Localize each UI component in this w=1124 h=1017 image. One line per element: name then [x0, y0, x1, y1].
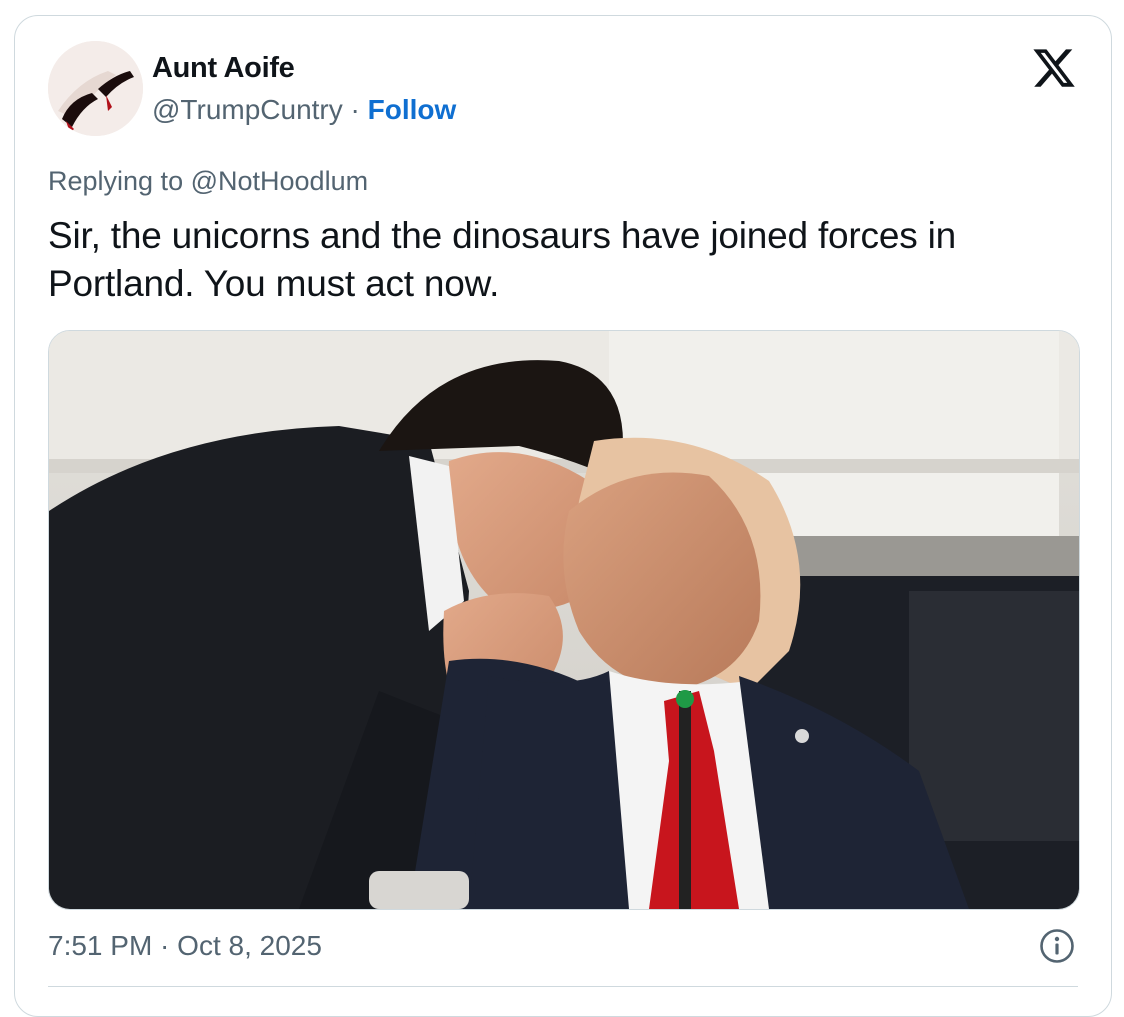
handle-separator: · — [342, 94, 368, 125]
author-display-name[interactable]: Aunt Aoife — [152, 52, 295, 85]
tweet-timestamp[interactable]: 7:51 PM · Oct 8, 2025 — [48, 930, 322, 962]
avatar[interactable] — [48, 41, 143, 136]
tweet-photo[interactable] — [48, 330, 1080, 910]
tweet-text: Sir, the unicorns and the dinosaurs have… — [48, 215, 956, 304]
author-handle-row: @TrumpCuntry · Follow — [152, 94, 456, 126]
x-logo-icon[interactable] — [1031, 45, 1077, 91]
divider — [48, 986, 1078, 987]
replying-to-prefix: Replying to — [48, 166, 191, 196]
tweet-card: Aunt Aoife @TrumpCuntry · Follow Replyin… — [14, 15, 1112, 1017]
info-icon[interactable] — [1039, 928, 1075, 964]
author-handle[interactable]: @TrumpCuntry — [152, 94, 343, 125]
reply-mention-link[interactable]: @NotHoodlum — [191, 166, 368, 196]
replying-to: Replying to @NotHoodlum — [48, 166, 368, 197]
follow-button[interactable]: Follow — [368, 94, 457, 125]
